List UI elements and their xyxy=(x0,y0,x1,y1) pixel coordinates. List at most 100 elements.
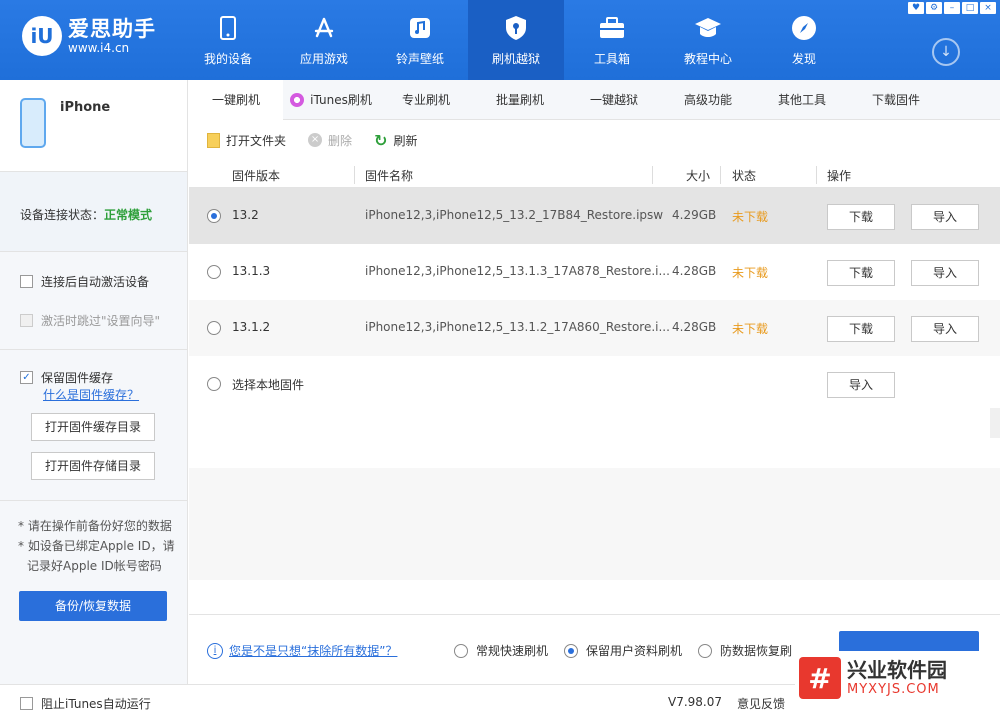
skip-setup-option: 激活时跳过"设置向导" xyxy=(20,312,160,329)
option-label: 常规快速刷机 xyxy=(476,644,549,658)
row-firmware-name: iPhone12,3,iPhone12,5_13.2_17B84_Restore… xyxy=(365,208,664,222)
minimize-button[interactable]: – xyxy=(944,2,960,14)
row-radio[interactable] xyxy=(207,265,221,279)
import-button[interactable]: 导入 xyxy=(911,260,979,286)
connection-value: 正常模式 xyxy=(104,208,153,222)
maximize-button[interactable]: □ xyxy=(962,2,978,14)
keep-cache-label: 保留固件缓存 xyxy=(41,371,114,385)
nav-my-device[interactable]: 我的设备 xyxy=(180,0,276,80)
row-radio[interactable] xyxy=(207,377,221,391)
table-row[interactable]: 13.1.3 iPhone12,3,iPhone12,5_13.1.3_17A8… xyxy=(189,244,1000,300)
nav-apps-games[interactable]: 应用游戏 xyxy=(276,0,372,80)
backup-restore-button[interactable]: 备份/恢复数据 xyxy=(19,591,167,621)
iphone-icon xyxy=(20,98,46,148)
import-button[interactable]: 导入 xyxy=(911,316,979,342)
refresh-button[interactable]: ↻ 刷新 xyxy=(374,131,417,150)
feedback-link[interactable]: 意见反馈 xyxy=(737,695,785,712)
tab-itunes-flash[interactable]: iTunes刷机 xyxy=(283,80,379,120)
col-version: 固件版本 xyxy=(232,169,281,183)
download-manager-button[interactable]: ↓ xyxy=(932,38,960,66)
row-status: 未下载 xyxy=(732,322,769,336)
open-store-dir-button[interactable]: 打开固件存储目录 xyxy=(31,452,155,480)
settings-icon[interactable]: ⚙ xyxy=(926,2,942,14)
tab-one-click-flash[interactable]: 一键刷机 xyxy=(189,80,283,120)
arrow-down-icon: ↓ xyxy=(940,44,952,60)
tab-pro-flash[interactable]: 专业刷机 xyxy=(379,80,473,120)
tool-label: 刷新 xyxy=(393,133,418,148)
nav-label: 刷机越狱 xyxy=(491,52,540,66)
auto-activate-checkbox[interactable] xyxy=(20,275,33,288)
local-firmware-label: 选择本地固件 xyxy=(232,378,305,392)
row-size: 4.28GB xyxy=(672,264,717,278)
option-normal-flash[interactable]: 常规快速刷机 xyxy=(454,642,548,659)
nav-flash-jailbreak[interactable]: 刷机越狱 xyxy=(468,0,564,80)
delete-button: × 删除 xyxy=(308,132,352,149)
nav-ringtones[interactable]: 铃声壁纸 xyxy=(372,0,468,80)
option-keep-data-flash[interactable]: 保留用户资料刷机 xyxy=(564,642,682,659)
flash-now-button[interactable] xyxy=(839,631,979,651)
import-button[interactable]: 导入 xyxy=(911,204,979,230)
shield-key-icon xyxy=(502,14,530,42)
close-button[interactable]: × xyxy=(980,2,996,14)
nav-discover[interactable]: 发现 xyxy=(756,0,852,80)
option-label: 保留用户资料刷机 xyxy=(586,644,683,658)
import-local-button[interactable]: 导入 xyxy=(827,372,895,398)
open-folder-button[interactable]: 打开文件夹 xyxy=(207,132,286,149)
row-radio[interactable] xyxy=(207,321,221,335)
open-cache-dir-button[interactable]: 打开固件缓存目录 xyxy=(31,413,155,441)
refresh-icon: ↻ xyxy=(374,130,388,150)
auto-activate-option[interactable]: 连接后自动激活设备 xyxy=(20,273,149,290)
col-action: 操作 xyxy=(827,169,852,183)
compass-icon xyxy=(790,14,818,42)
col-separator xyxy=(652,166,653,184)
table-row[interactable]: 13.1.2 iPhone12,3,iPhone12,5_13.1.2_17A8… xyxy=(189,300,1000,356)
nav-toolbox[interactable]: 工具箱 xyxy=(564,0,660,80)
table-row[interactable]: 13.2 iPhone12,3,iPhone12,5_13.2_17B84_Re… xyxy=(189,188,1000,244)
download-button[interactable]: 下载 xyxy=(827,316,895,342)
col-separator xyxy=(720,166,721,184)
keep-cache-checkbox[interactable]: ✓ xyxy=(20,371,33,384)
nav-tutorials[interactable]: 教程中心 xyxy=(660,0,756,80)
radio[interactable] xyxy=(454,643,468,658)
toolbox-icon xyxy=(598,14,626,42)
app-url: www.i4.cn xyxy=(68,41,130,55)
device-card[interactable]: iPhone xyxy=(0,80,187,172)
radio[interactable] xyxy=(564,643,578,658)
radio[interactable] xyxy=(698,643,712,658)
delete-icon: × xyxy=(308,133,323,147)
note-line: * 请在操作前备份好您的数据 xyxy=(18,519,172,533)
tab-download-firmware[interactable]: 下载固件 xyxy=(849,80,943,120)
tab-other-tools[interactable]: 其他工具 xyxy=(755,80,849,120)
itunes-icon xyxy=(290,93,305,107)
row-status: 未下载 xyxy=(732,266,769,280)
scrollbar[interactable] xyxy=(990,408,1000,438)
row-version: 13.2 xyxy=(232,208,259,222)
row-radio[interactable] xyxy=(207,209,221,223)
block-itunes-checkbox[interactable] xyxy=(20,697,33,710)
skin-icon[interactable]: ♥ xyxy=(908,2,924,14)
device-name: iPhone xyxy=(60,100,111,115)
app-name: 爱思助手 xyxy=(68,17,156,41)
block-itunes-option[interactable]: 阻止iTunes自动运行 xyxy=(20,695,151,712)
row-size: 4.29GB xyxy=(672,208,717,222)
top-bar: iU 爱思助手 www.i4.cn 我的设备 应用游戏 铃声壁纸 刷机越狱 工具… xyxy=(0,0,1000,80)
keep-cache-option[interactable]: ✓ 保留固件缓存 xyxy=(20,369,113,386)
option-anti-recovery-flash[interactable]: 防数据恢复刷 xyxy=(698,642,792,659)
what-is-cache-link[interactable]: 什么是固件缓存？ xyxy=(43,386,139,403)
tab-jailbreak[interactable]: 一键越狱 xyxy=(567,80,661,120)
app-version: V7.98.07 xyxy=(668,695,723,709)
tab-advanced[interactable]: 高级功能 xyxy=(661,80,755,120)
divider xyxy=(0,349,188,350)
skip-setup-label: 激活时跳过"设置向导" xyxy=(41,314,161,328)
download-button[interactable]: 下载 xyxy=(827,260,895,286)
download-button[interactable]: 下载 xyxy=(827,204,895,230)
nav-label: 教程中心 xyxy=(683,52,732,66)
empty-row xyxy=(189,524,1000,580)
erase-data-link[interactable]: i 您是不是只想“抹除所有数据”？ xyxy=(207,642,397,659)
local-firmware-row[interactable]: 选择本地固件 导入 xyxy=(189,356,1000,412)
option-label: 防数据恢复刷 xyxy=(720,644,793,658)
watermark-url: MYXYJS.COM xyxy=(847,682,940,697)
tab-batch-flash[interactable]: 批量刷机 xyxy=(473,80,567,120)
note-line: * 如设备已绑定Apple ID，请 xyxy=(18,539,175,553)
row-size: 4.28GB xyxy=(672,320,717,334)
